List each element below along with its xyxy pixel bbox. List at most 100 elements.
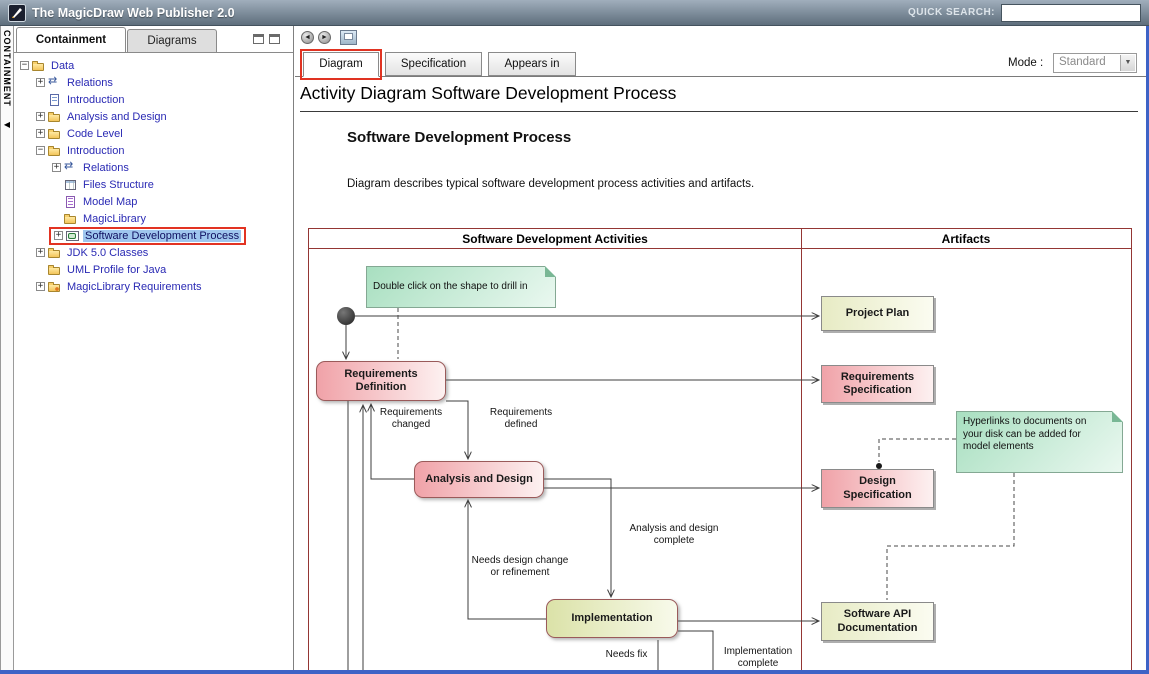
tree-item-data[interactable]: − Data [14, 57, 293, 74]
tree-item-label[interactable]: Introduction [65, 94, 126, 106]
folder-icon [64, 213, 78, 225]
table-icon [64, 179, 78, 191]
tree-item-label[interactable]: JDK 5.0 Classes [65, 247, 150, 259]
tree-item-label[interactable]: MagicLibrary Requirements [65, 281, 204, 293]
tree-item-relations-2[interactable]: + Relations [14, 159, 293, 176]
mode-value: Standard [1059, 56, 1106, 68]
tree-item-files-structure[interactable]: Files Structure [14, 176, 293, 193]
tab-diagram[interactable]: Diagram [303, 52, 379, 77]
folder-icon [48, 145, 62, 157]
navigation-toolbar: ◄ ► [301, 30, 357, 45]
expander-plus-icon[interactable]: + [36, 129, 45, 138]
expander-plus-icon[interactable]: + [36, 282, 45, 291]
activity-requirements-definition[interactable]: Requirements Definition [316, 361, 446, 401]
document-icon [48, 94, 62, 106]
artifact-design-specification[interactable]: Design Specification [821, 469, 934, 508]
tree-item-magiclibrary-requirements[interactable]: + MagicLibrary Requirements [14, 278, 293, 295]
collapse-panel-icon[interactable]: ◀ [1, 120, 13, 129]
tree-item-uml-profile-for-java[interactable]: UML Profile for Java [14, 261, 293, 278]
initial-node [337, 307, 355, 325]
artifact-project-plan[interactable]: Project Plan [821, 296, 934, 331]
expander-plus-icon[interactable]: + [36, 112, 45, 121]
tree-item-label[interactable]: Code Level [65, 128, 125, 140]
containment-panel: Containment Diagrams − Data + Relations … [14, 26, 294, 670]
content-tab-strip: Diagram Specification Appears in Mode : … [295, 49, 1146, 77]
chevron-down-icon: ▼ [1120, 55, 1135, 71]
tree-item-label[interactable]: Data [49, 60, 76, 72]
relations-icon [48, 77, 62, 89]
tree-item-relations[interactable]: + Relations [14, 74, 293, 91]
tree-item-label[interactable]: Analysis and Design [65, 111, 169, 123]
folder-icon [48, 247, 62, 259]
containment-tree: − Data + Relations Introduction + Analys… [14, 52, 293, 670]
expander-plus-icon[interactable]: + [36, 248, 45, 257]
map-document-icon [64, 196, 78, 208]
tree-item-label[interactable]: Files Structure [81, 179, 156, 191]
quick-search-input[interactable] [1001, 4, 1141, 22]
requirements-folder-icon [48, 281, 62, 293]
page-title: Activity Diagram Software Development Pr… [300, 83, 676, 104]
tree-item-label[interactable]: UML Profile for Java [65, 264, 168, 276]
activity-implementation[interactable]: Implementation [546, 599, 678, 638]
magicdraw-web-publisher-window: The MagicDraw Web Publisher 2.0 QUICK SE… [0, 0, 1149, 674]
folder-icon [48, 264, 62, 276]
folder-icon [48, 111, 62, 123]
expander-plus-icon[interactable]: + [52, 163, 61, 172]
expander-minus-icon[interactable]: − [36, 146, 45, 155]
sidebar-tab-strip: Containment Diagrams [14, 26, 293, 53]
title-divider [300, 111, 1138, 112]
tree-item-introduction[interactable]: Introduction [14, 91, 293, 108]
quick-search-label: QUICK SEARCH: [908, 7, 995, 18]
print-diagram-icon[interactable] [340, 30, 357, 45]
tree-item-introduction-2[interactable]: − Introduction [14, 142, 293, 159]
tree-item-magiclibrary[interactable]: MagicLibrary [14, 210, 293, 227]
diagram-description: Diagram describes typical software devel… [347, 178, 754, 190]
tab-appears-in[interactable]: Appears in [488, 52, 576, 76]
activity-diagram-icon [66, 230, 80, 242]
tree-item-software-development-process[interactable]: + Software Development Process [14, 227, 293, 244]
tree-item-model-map[interactable]: Model Map [14, 193, 293, 210]
expander-plus-icon[interactable]: + [54, 231, 63, 240]
mode-dropdown[interactable]: Standard ▼ [1053, 53, 1137, 73]
forward-button[interactable]: ► [318, 31, 331, 44]
activity-diagram-canvas: Software Development Activities Artifact… [308, 228, 1132, 670]
edge-label-requirements-changed: Requirements changed [373, 407, 449, 431]
back-button[interactable]: ◄ [301, 31, 314, 44]
tab-containment[interactable]: Containment [16, 27, 126, 52]
expander-minus-icon[interactable]: − [20, 61, 29, 70]
float-panel-icon[interactable] [253, 34, 264, 44]
note-drill-in: Double click on the shape to drill in [366, 266, 556, 308]
folder-icon [48, 128, 62, 140]
title-bar: The MagicDraw Web Publisher 2.0 QUICK SE… [0, 0, 1149, 26]
tree-item-label[interactable]: Relations [81, 162, 131, 174]
containment-strip: CONTAINMENT ◀ [0, 26, 14, 670]
magicdraw-logo-icon [8, 4, 26, 22]
tree-item-label[interactable]: MagicLibrary [81, 213, 148, 225]
tree-item-analysis-and-design[interactable]: + Analysis and Design [14, 108, 293, 125]
tree-item-label[interactable]: Introduction [65, 145, 126, 157]
relations-icon [64, 162, 78, 174]
edge-label-implementation-complete: Implementation complete [716, 646, 800, 670]
expander-plus-icon[interactable]: + [36, 78, 45, 87]
folder-icon [32, 60, 46, 72]
edge-label-needs-design-change: Needs design change or refinement [470, 555, 570, 579]
edge-label-requirements-defined: Requirements defined [481, 407, 561, 431]
artifact-requirements-specification[interactable]: Requirements Specification [821, 365, 934, 403]
restore-panel-icon[interactable] [269, 34, 280, 44]
edge-label-needs-fix: Needs fix [599, 649, 654, 661]
tree-item-code-level[interactable]: + Code Level [14, 125, 293, 142]
tab-diagrams[interactable]: Diagrams [127, 29, 217, 52]
annotation-highlight: + Software Development Process [49, 227, 246, 245]
artifact-software-api-documentation[interactable]: Software API Documentation [821, 602, 934, 641]
content-area: ◄ ► Diagram Specification Appears in Mod… [295, 26, 1146, 670]
tree-item-jdk-5-0-classes[interactable]: + JDK 5.0 Classes [14, 244, 293, 261]
tab-specification[interactable]: Specification [385, 52, 482, 76]
tree-item-label[interactable]: Software Development Process [83, 230, 241, 242]
app-title: The MagicDraw Web Publisher 2.0 [32, 6, 235, 20]
edge-label-analysis-and-design-complete: Analysis and design complete [629, 523, 719, 547]
activity-analysis-and-design[interactable]: Analysis and Design [414, 461, 544, 498]
note-hyperlinks: Hyperlinks to documents on your disk can… [956, 411, 1123, 473]
tree-item-label[interactable]: Model Map [81, 196, 139, 208]
tree-item-label[interactable]: Relations [65, 77, 115, 89]
diagram-heading: Software Development Process [347, 129, 571, 146]
